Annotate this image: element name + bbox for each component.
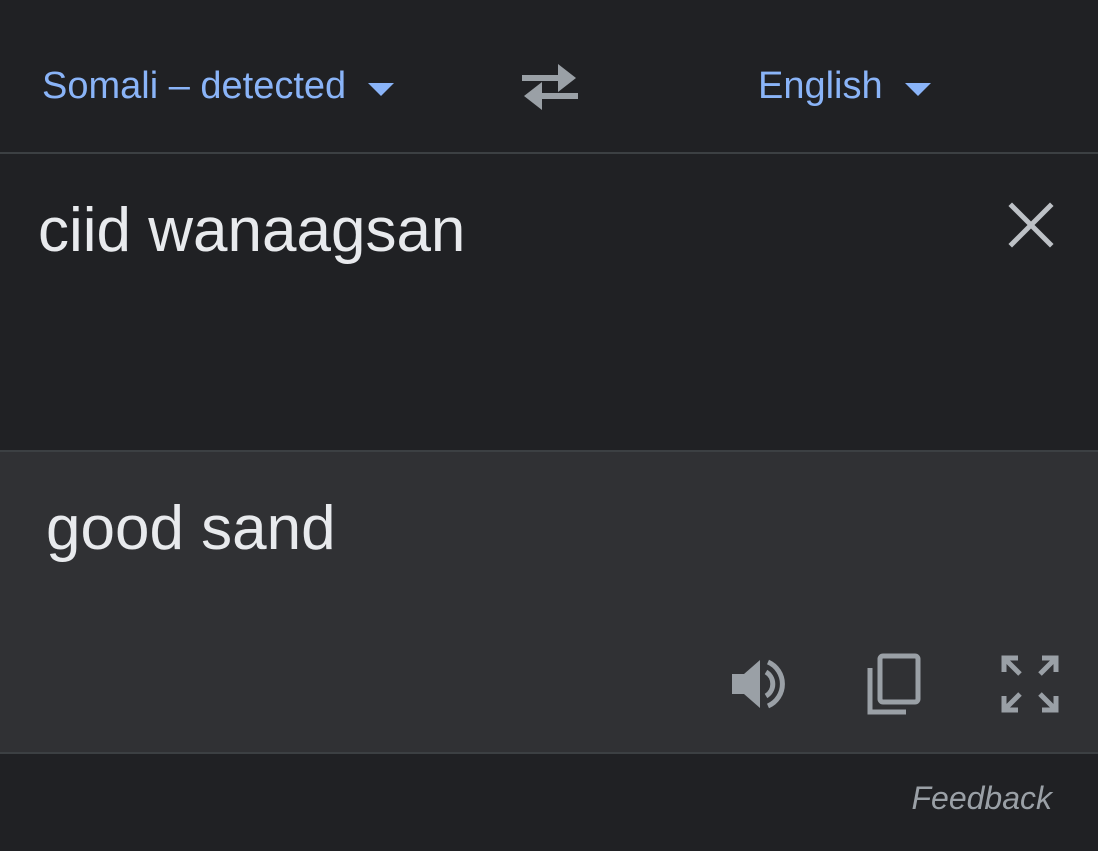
chevron-down-icon [368, 82, 395, 96]
speaker-icon [732, 659, 785, 709]
target-language-label: English [758, 64, 883, 107]
feedback-link[interactable]: Feedback [911, 780, 1052, 817]
close-icon [1008, 202, 1054, 248]
copy-icon [867, 653, 921, 715]
swap-arrows-icon [522, 64, 578, 110]
chevron-down-icon [904, 82, 931, 96]
swap-languages-button[interactable] [518, 58, 582, 114]
source-text-input[interactable]: ciid wanaagsan [38, 194, 465, 268]
translation-output: good sand [46, 494, 336, 563]
source-language-selector[interactable]: Somali – detected [42, 62, 395, 110]
target-language-selector[interactable]: English [758, 62, 931, 110]
fullscreen-button[interactable] [998, 652, 1062, 716]
source-language-label: Somali – detected [42, 64, 347, 107]
result-panel: good sand [0, 452, 1098, 752]
clear-button[interactable] [1004, 198, 1058, 252]
footer: Feedback [0, 754, 1098, 851]
listen-button[interactable] [728, 652, 792, 716]
language-bar: Somali – detected English [0, 0, 1098, 152]
fullscreen-icon [1001, 655, 1059, 713]
source-panel[interactable]: ciid wanaagsan [0, 154, 1098, 450]
copy-button[interactable] [862, 652, 926, 716]
translate-widget: Somali – detected English ciid wanaagsan [0, 0, 1098, 851]
